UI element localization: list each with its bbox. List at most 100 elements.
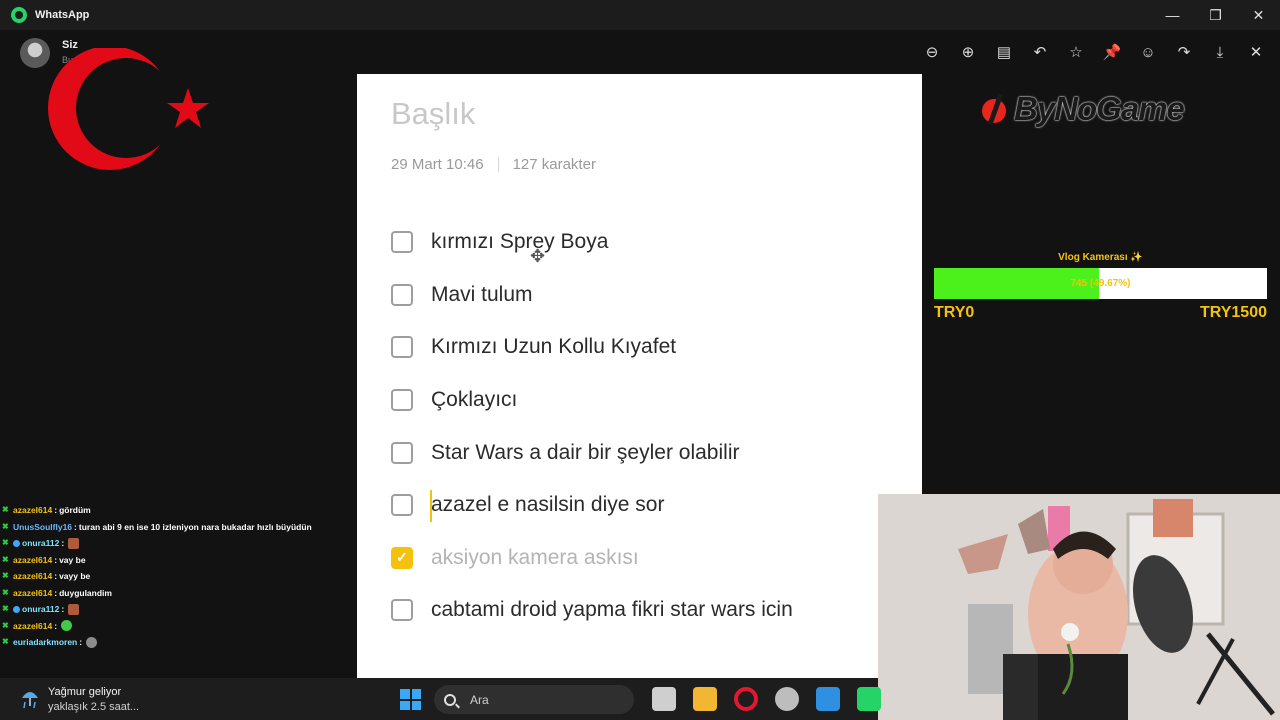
chat-badge-icon: ✖ (2, 587, 9, 597)
weather-title[interactable]: Yağmur geliyor (48, 686, 121, 698)
chat-emote-icon (68, 537, 80, 549)
chat-separator: : (54, 587, 58, 598)
steam-icon[interactable] (775, 687, 799, 711)
search-icon (444, 693, 456, 706)
download-icon[interactable]: ⤓ (1208, 40, 1232, 64)
chat-separator: : (54, 620, 58, 631)
goal-max-label: TRY1500 (1200, 304, 1267, 321)
checklist-item: kırmızı Sprey Boya (391, 216, 891, 269)
chat-text: vayy be (59, 571, 91, 582)
chat-message: ✖ azazel614: vayy be (2, 568, 352, 585)
minimize-button[interactable]: — (1151, 0, 1194, 30)
chat-badge-icon: ✖ (2, 620, 9, 630)
chat-message: ✖ onura112: (2, 601, 352, 618)
checkbox[interactable] (391, 441, 413, 464)
chat-separator: : (54, 554, 58, 565)
screen: WhatsApp — ❐ ✕ Siz Bu ⊖ ⊕ ▤ ↶ ☆ 📌 ☺ ↷ ⤓ ✕ Başlık … (0, 0, 1280, 720)
checklist-item-text: azazel e nasilsin diye sor (431, 493, 665, 517)
chat-separator: : (54, 571, 58, 582)
whatsapp-logo-icon (11, 7, 27, 23)
chat-badge-icon: ✖ (2, 604, 9, 614)
note-image: Başlık 29 Mart 10:46 127 karakter kırmız… (357, 74, 922, 678)
caption-icon[interactable]: ▤ (992, 40, 1016, 64)
turkish-flag-emblem (48, 48, 209, 170)
chat-emote-icon (86, 636, 98, 648)
text-caret (430, 489, 432, 522)
stream-chat: ✖ azazel614: gördüm ✖ UnusSoulfly16: turan ab… (2, 502, 352, 651)
goal-labels: TRY0 TRY1500 (934, 304, 1267, 322)
brand-text: ByNoGame (1014, 90, 1185, 127)
checklist: kırmızı Sprey Boya Mavi tulum Kırmızı Uzun… (391, 216, 891, 637)
window-controls: — ❐ ✕ (1151, 0, 1280, 30)
goal-min-label: TRY0 (934, 304, 975, 321)
checkbox[interactable] (391, 283, 413, 306)
task-view-icon[interactable] (652, 687, 676, 711)
checkbox[interactable] (391, 494, 413, 517)
chat-message: ✖ euriadarkmoren: (2, 634, 352, 651)
note-meta: 29 Mart 10:46 127 karakter (391, 156, 596, 173)
zoom-in-icon[interactable]: ⊕ (956, 40, 980, 64)
note-date: 29 Mart 10:46 (391, 156, 484, 173)
chat-message: ✖ azazel614: (2, 618, 352, 635)
window-close-button[interactable]: ✕ (1237, 0, 1280, 30)
chat-badge-icon: ✖ (2, 571, 9, 581)
bynogame-logo: ByNoGame (980, 90, 1185, 128)
checkbox-checked[interactable]: ✓ (391, 546, 413, 569)
checklist-item-text: aksiyon kamera askısı (431, 545, 639, 569)
checklist-item: cabtami droid yapma fikri star wars icin (391, 584, 891, 637)
checklist-item: ✓ aksiyon kamera askısı (391, 532, 891, 585)
chat-username: azazel614 (13, 571, 53, 582)
pin-icon[interactable]: 📌 (1100, 40, 1124, 64)
chat-message: ✖ azazel614: vay be (2, 552, 352, 569)
emoji-icon[interactable]: ☺ (1136, 40, 1160, 64)
reply-icon[interactable]: ↶ (1028, 40, 1052, 64)
checklist-item: Star Wars a dair bir şeyler olabilir (391, 426, 891, 479)
chat-username: onura112 (22, 604, 60, 615)
checkbox[interactable] (391, 336, 413, 359)
chat-message: ✖ onura112: (2, 535, 352, 552)
forward-icon[interactable]: ↷ (1172, 40, 1196, 64)
checklist-item: Kırmızı Uzun Kollu Kıyafet (391, 321, 891, 374)
checkbox[interactable] (391, 389, 413, 412)
checklist-item: azazel e nasilsin diye sor (391, 479, 891, 532)
restore-button[interactable]: ❐ (1194, 0, 1237, 30)
checkbox[interactable] (391, 231, 413, 254)
chat-badge-icon: ✖ (2, 521, 9, 531)
file-explorer-icon[interactable] (693, 687, 717, 711)
chat-separator: : (61, 604, 65, 615)
goal-progress-text: 745 (49.67%) (1070, 278, 1131, 289)
checklist-item-text: kırmızı Sprey Boya (431, 230, 609, 254)
subscriber-badge-icon (13, 605, 20, 613)
photos-icon[interactable] (816, 687, 840, 711)
chat-badge-icon: ✖ (2, 554, 9, 564)
rain-weather-icon[interactable] (18, 686, 42, 710)
close-icon[interactable]: ✕ (1244, 40, 1268, 64)
opera-icon[interactable] (734, 687, 758, 711)
checklist-item-text: Star Wars a dair bir şeyler olabilir (431, 440, 740, 464)
chat-username: azazel614 (13, 620, 53, 631)
chat-separator: : (61, 538, 65, 549)
whatsapp-icon[interactable] (857, 687, 881, 711)
start-button[interactable] (400, 689, 421, 710)
webcam-scene (878, 494, 1280, 720)
chat-separator: : (74, 521, 77, 532)
star-icon[interactable]: ☆ (1064, 40, 1088, 64)
chat-message: ✖ azazel614: gördüm (2, 502, 352, 519)
weather-subtitle[interactable]: yaklaşık 2.5 saat... (48, 701, 139, 713)
search-placeholder: Ara (470, 692, 489, 707)
bynogame-mark-icon (982, 93, 1006, 126)
chat-emote-icon (68, 603, 80, 615)
chat-message: ✖ azazel614: duygulandim (2, 585, 352, 602)
taskbar: Yağmur geliyor yaklaşık 2.5 saat... Ara (0, 678, 881, 720)
taskbar-search[interactable]: Ara (434, 685, 634, 714)
note-title: Başlık (391, 96, 476, 131)
chat-badge-icon: ✖ (2, 637, 9, 647)
goal-title: Vlog Kamerası ✨ (1058, 252, 1143, 263)
checkbox[interactable] (391, 599, 413, 622)
chat-badge-icon: ✖ (2, 505, 9, 515)
chat-username: azazel614 (13, 587, 53, 598)
chat-username: onura112 (22, 538, 60, 549)
zoom-out-icon[interactable]: ⊖ (920, 40, 944, 64)
move-cursor-icon: ✥ (530, 246, 546, 266)
checklist-item: Çoklayıcı (391, 374, 891, 427)
